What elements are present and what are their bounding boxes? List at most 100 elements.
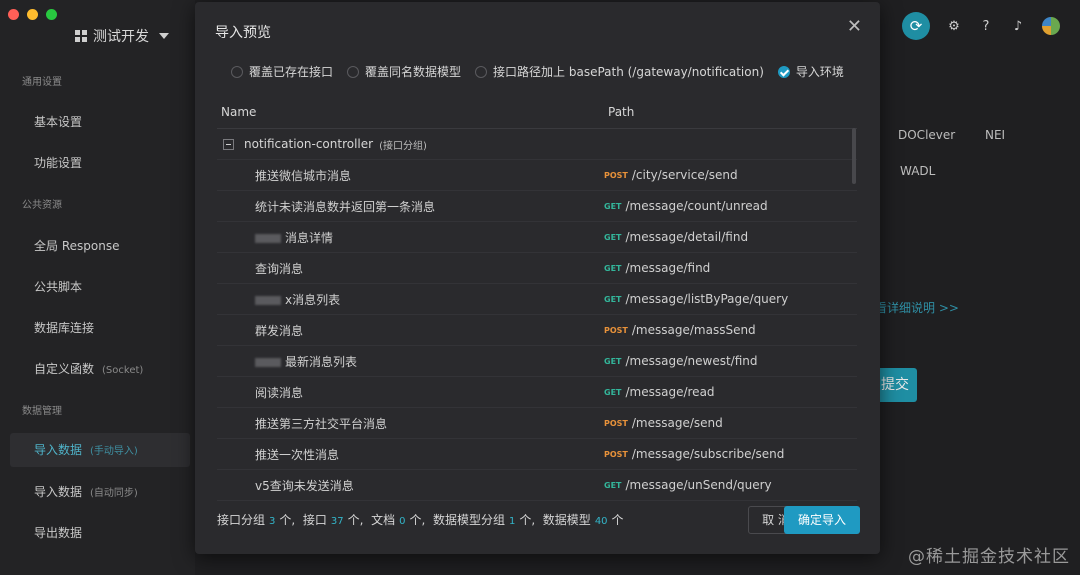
sidebar-item-global-response[interactable]: 全局 Response (34, 237, 119, 254)
api-path: /message/listByPage/query (625, 292, 789, 306)
api-path: /message/newest/find (625, 354, 758, 368)
table-row[interactable]: v5查询未发送消息 GET/message/unSend/query (217, 470, 857, 501)
project-name: 测试开发 (93, 29, 149, 45)
confirm-import-button[interactable]: 确定导入 (784, 506, 860, 534)
api-path: /message/unSend/query (625, 478, 772, 492)
option-overwrite-apis[interactable]: 覆盖已存在接口 (231, 63, 333, 80)
method-badge: POST (604, 449, 628, 459)
api-name-cell: 群发消息 (217, 322, 604, 339)
sidebar: 测试开发 通用设置 基本设置 功能设置 公共资源 全局 Response 公共脚… (0, 0, 195, 575)
summary-count: 40 (594, 516, 608, 527)
group-tag: (接口分组) (379, 140, 427, 152)
table-row[interactable]: x消息列表 GET/message/listByPage/query (217, 284, 857, 315)
method-badge: GET (604, 356, 622, 366)
sync-icon[interactable]: ⟳ (902, 12, 930, 40)
api-path: /message/detail/find (625, 230, 749, 244)
sidebar-item-sub: (自动同步) (90, 488, 138, 499)
redacted-block (255, 233, 281, 243)
checkbox[interactable] (231, 65, 243, 78)
summary-label: 接口分组 (217, 513, 266, 527)
table-row[interactable]: 推送第三方社交平台消息 POST/message/send (217, 408, 857, 439)
sidebar-item-db-connection[interactable]: 数据库连接 (34, 319, 94, 336)
summary-unit: 个, (409, 513, 426, 527)
sidebar-item-label: 导入数据 (34, 485, 83, 499)
maximize-window-button[interactable] (46, 9, 57, 20)
sidebar-item-export[interactable]: 导出数据 (34, 524, 82, 541)
sidebar-item-sub: (手动导入) (90, 446, 138, 457)
sidebar-item-feature-settings[interactable]: 功能设置 (34, 154, 82, 171)
redacted-block (255, 295, 281, 305)
api-name: x消息列表 (285, 292, 341, 307)
api-path: /message/send (631, 416, 723, 430)
chevron-down-icon (159, 33, 169, 39)
sidebar-item-auto-sync[interactable]: 导入数据 (自动同步) (34, 483, 138, 500)
method-badge: GET (604, 294, 622, 304)
sidebar-item-basic-settings[interactable]: 基本设置 (34, 113, 82, 130)
api-name-cell: 最新消息列表 (217, 353, 604, 370)
api-path-cell: POST/city/service/send (604, 168, 738, 182)
format-doclever[interactable]: DOClever (898, 128, 955, 142)
gear-icon[interactable]: ⚙ (946, 18, 962, 34)
checkbox-checked[interactable] (777, 65, 790, 78)
redacted-block (255, 357, 281, 367)
table-row[interactable]: 推送一次性消息 POST/message/subscribe/send (217, 439, 857, 470)
rows-container: 推送微信城市消息 POST/city/service/send 统计未读消息数并返回… (217, 160, 857, 501)
modal-title: 导入预览 (215, 25, 271, 41)
api-name: 阅读消息 (255, 385, 304, 400)
api-path-cell: POST/message/send (604, 416, 723, 430)
import-summary: 接口分组 3 个, 接口 37 个, 文档 0 个, 数据模型分组 1 个, 数据模型 40 个 (217, 511, 624, 528)
option-import-env[interactable]: 导入环境 (777, 63, 844, 80)
table-row[interactable]: 阅读消息 GET/message/read (217, 377, 857, 408)
sidebar-item-manual-import[interactable]: 导入数据 (手动导入) (10, 433, 190, 467)
table-row[interactable]: 消息详情 GET/message/detail/find (217, 222, 857, 253)
close-icon[interactable]: ✕ (847, 16, 862, 37)
api-path-cell: GET/message/unSend/query (604, 478, 772, 492)
collapse-icon[interactable] (223, 138, 234, 150)
bell-icon[interactable]: ♪ (1010, 18, 1026, 34)
table-row[interactable]: 推送微信城市消息 POST/city/service/send (217, 160, 857, 191)
api-name-cell: 推送第三方社交平台消息 (217, 415, 604, 432)
api-name-cell: 推送微信城市消息 (217, 167, 604, 184)
table-row[interactable]: 查询消息 GET/message/find (217, 253, 857, 284)
summary-unit: 个, (519, 513, 536, 527)
checkbox[interactable] (347, 65, 360, 78)
group-name: notification-controller (244, 137, 374, 151)
option-label: 接口路径加上 basePath (/gateway/notification) (493, 65, 764, 79)
api-path: /message/find (625, 261, 711, 275)
summary-count: 0 (399, 516, 406, 527)
table-row[interactable]: 统计未读消息数并返回第一条消息 GET/message/count/unread (217, 191, 857, 222)
project-selector[interactable]: 测试开发 (75, 26, 169, 46)
scrollbar[interactable] (852, 128, 856, 184)
option-basepath[interactable]: 接口路径加上 basePath (/gateway/notification) (475, 63, 764, 80)
summary-unit: 个 (611, 513, 624, 527)
option-overwrite-models[interactable]: 覆盖同名数据模型 (347, 63, 461, 80)
details-link[interactable]: 看详细说明 >> (875, 299, 959, 316)
api-name: 推送一次性消息 (255, 447, 340, 462)
option-label: 覆盖同名数据模型 (365, 65, 462, 79)
api-name: 最新消息列表 (285, 354, 358, 369)
api-path: /message/read (625, 385, 715, 399)
avatar[interactable] (1042, 17, 1060, 35)
sidebar-item-sub: (Socket) (102, 365, 144, 376)
sidebar-item-public-scripts[interactable]: 公共脚本 (34, 278, 82, 295)
help-icon[interactable]: ? (978, 18, 994, 34)
grid-icon (75, 30, 87, 42)
group-row[interactable]: notification-controller (接口分组) (217, 129, 857, 160)
format-nei[interactable]: NEI (985, 128, 1005, 142)
api-name: 推送第三方社交平台消息 (255, 416, 388, 431)
summary-label: 接口 (302, 513, 327, 527)
checkbox[interactable] (475, 65, 488, 78)
table-header: Name Path (217, 96, 857, 129)
method-badge: POST (604, 325, 628, 335)
close-window-button[interactable] (8, 9, 19, 20)
summary-count: 3 (269, 516, 276, 527)
table-row[interactable]: 群发消息 POST/message/massSend (217, 315, 857, 346)
api-name-cell: x消息列表 (217, 291, 604, 308)
table-row[interactable]: 最新消息列表 GET/message/newest/find (217, 346, 857, 377)
format-wadl[interactable]: WADL (900, 164, 935, 178)
api-path: /city/service/send (631, 168, 738, 182)
watermark: @稀土掘金技术社区 (908, 547, 1070, 567)
api-name-cell: 阅读消息 (217, 384, 604, 401)
minimize-window-button[interactable] (27, 9, 38, 20)
sidebar-item-custom-functions[interactable]: 自定义函数 (Socket) (34, 360, 143, 377)
